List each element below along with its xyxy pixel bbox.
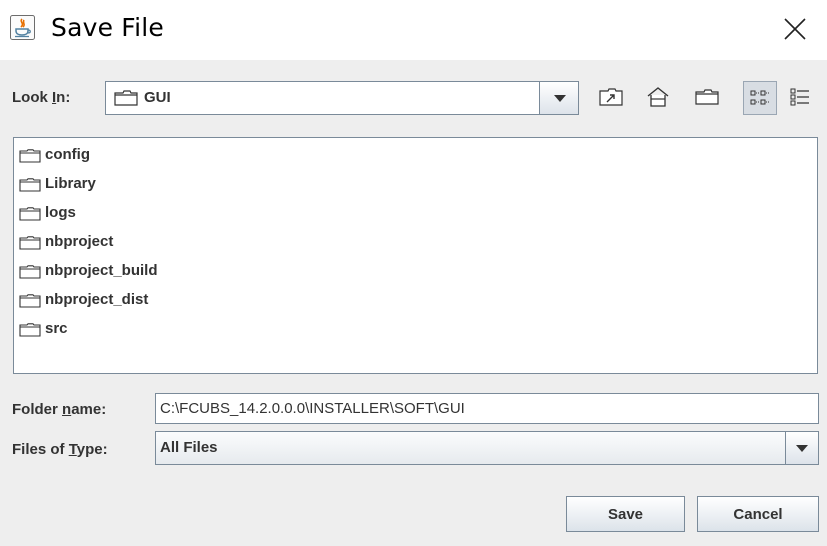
dialog-content: Look In: GUI config Library logs nbproje… — [0, 60, 827, 546]
file-name: logs — [45, 204, 76, 221]
folder-icon — [19, 265, 41, 279]
folder-icon — [19, 236, 41, 250]
save-button[interactable]: Save — [566, 496, 685, 532]
home-button[interactable] — [641, 81, 675, 115]
details-view-button[interactable] — [783, 81, 817, 115]
file-name: nbproject — [45, 233, 114, 250]
file-name: nbproject_dist — [45, 291, 149, 308]
home-icon — [647, 87, 669, 107]
list-view-icon — [750, 90, 770, 105]
folder-icon — [19, 149, 41, 163]
up-one-level-button[interactable] — [594, 81, 628, 115]
cancel-button[interactable]: Cancel — [697, 496, 819, 532]
files-of-type-label: Files of Type: — [12, 441, 108, 458]
file-name: nbproject_build — [45, 262, 158, 279]
look-in-combo[interactable]: GUI — [105, 81, 579, 115]
file-name: Library — [45, 175, 96, 192]
close-icon[interactable] — [780, 14, 810, 44]
files-of-type-dropdown-arrow[interactable] — [785, 431, 819, 465]
folder-icon — [19, 178, 41, 192]
look-in-label: Look In: — [12, 89, 71, 106]
folder-icon — [19, 207, 41, 221]
up-one-level-icon — [599, 88, 623, 106]
file-name: config — [45, 146, 90, 163]
folder-icon — [19, 323, 41, 337]
folder-icon — [19, 294, 41, 308]
folder-icon — [114, 90, 138, 106]
look-in-dropdown-arrow[interactable] — [539, 81, 579, 115]
files-of-type-value: All Files — [160, 439, 218, 456]
folder-name-label: Folder name: — [12, 401, 107, 418]
file-list[interactable]: config Library logs nbproject nbproject_… — [13, 137, 818, 374]
new-folder-button[interactable] — [690, 81, 724, 115]
new-folder-icon — [695, 89, 719, 105]
look-in-value: GUI — [144, 89, 171, 106]
file-name: src — [45, 320, 68, 337]
java-app-icon — [10, 15, 35, 40]
folder-name-input[interactable] — [155, 393, 819, 424]
details-view-icon — [790, 88, 809, 106]
list-view-button[interactable] — [743, 81, 777, 115]
window-title: Save File — [51, 13, 164, 42]
title-bar: Save File — [0, 0, 827, 60]
files-of-type-combo[interactable]: All Files — [155, 431, 819, 465]
